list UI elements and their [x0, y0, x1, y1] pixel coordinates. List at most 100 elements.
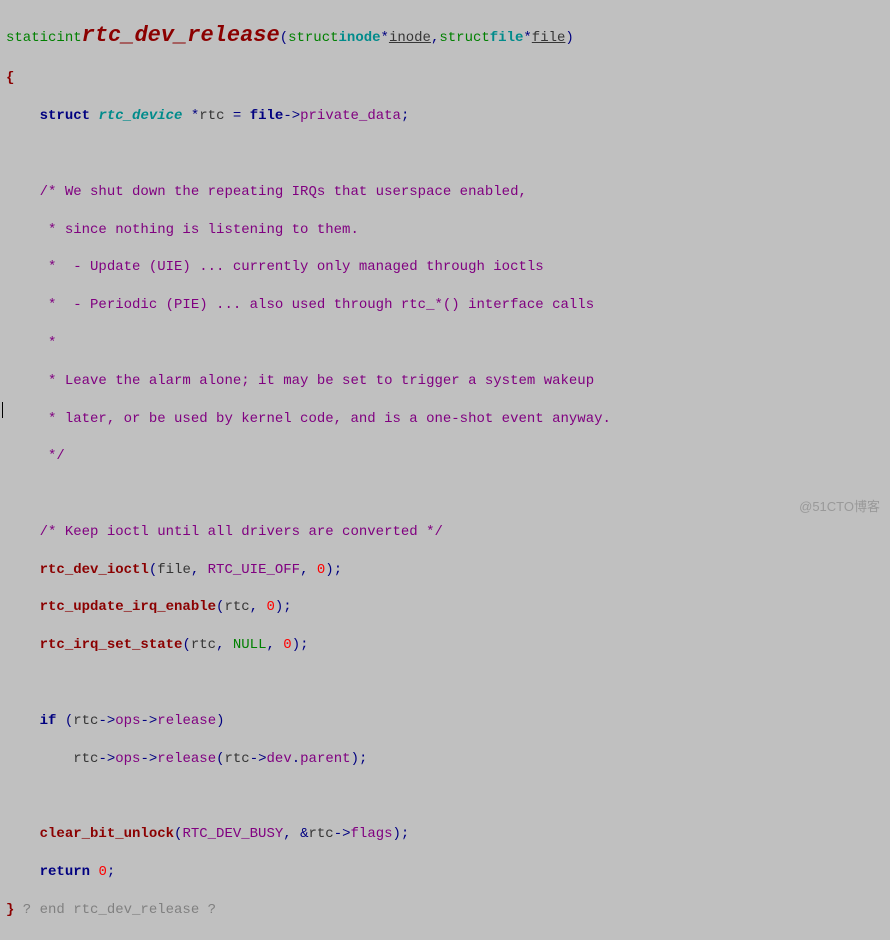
keyword-struct: struct	[439, 29, 489, 48]
line-brace-close: } ? end rtc_dev_release ?	[6, 901, 884, 920]
arg-rtc: rtc	[224, 599, 249, 615]
var-file: file	[250, 108, 284, 124]
member-release: release	[157, 713, 216, 729]
comment-text: */	[40, 448, 65, 464]
comment-text: * Leave the alarm alone; it may be set t…	[40, 373, 595, 389]
keyword-int: int	[56, 29, 81, 48]
type-inode: inode	[339, 29, 381, 48]
member-ops: ops	[115, 713, 140, 729]
arrow: ->	[140, 713, 157, 729]
member-dev: dev	[267, 751, 292, 767]
line-blank	[6, 485, 884, 504]
paren-open: (	[65, 713, 73, 729]
paren-close-semi: );	[393, 826, 410, 842]
comment-text: * since nothing is listening to them.	[40, 222, 359, 238]
paren-close-semi: );	[275, 599, 292, 615]
arg-file: file	[157, 562, 191, 578]
end-annotation: ? end rtc_dev_release ?	[14, 902, 216, 918]
var-rtc: rtc	[199, 108, 224, 124]
arrow: ->	[334, 826, 351, 842]
comma: ,	[250, 599, 258, 615]
keyword-return: return	[40, 864, 90, 880]
line-if-body: rtc->ops->release(rtc->dev.parent);	[6, 750, 884, 769]
comment-text: * - Periodic (PIE) ... also used through…	[40, 297, 595, 313]
comment-text: * - Update (UIE) ... currently only mana…	[40, 259, 544, 275]
paren-close: )	[216, 713, 224, 729]
line-decl: struct rtc_device *rtc = file->private_d…	[6, 107, 884, 126]
op-ampersand: &	[300, 826, 308, 842]
arrow: ->	[250, 751, 267, 767]
line-call: rtc_update_irq_enable(rtc, 0);	[6, 598, 884, 617]
paren-close-semi: );	[292, 637, 309, 653]
line-call: rtc_irq_set_state(rtc, NULL, 0);	[6, 636, 884, 655]
function-name: rtc_dev_release	[82, 21, 280, 51]
arrow: ->	[283, 108, 300, 124]
var-rtc: rtc	[225, 751, 250, 767]
line-comment: * - Periodic (PIE) ... also used through…	[6, 296, 884, 315]
member-parent: parent	[300, 751, 350, 767]
comment-text: *	[40, 335, 57, 351]
code-block: static int rtc_dev_release(struct inode …	[0, 0, 890, 940]
semicolon: ;	[107, 864, 115, 880]
brace-close: }	[6, 902, 14, 918]
paren-open: (	[149, 562, 157, 578]
line-return: return 0;	[6, 863, 884, 882]
comma: ,	[216, 637, 224, 653]
line-comment: */	[6, 447, 884, 466]
line-if: if (rtc->ops->release)	[6, 712, 884, 731]
fn-rtc-irq-set-state: rtc_irq_set_state	[40, 637, 183, 653]
var-rtc: rtc	[308, 826, 333, 842]
fn-rtc-update-irq-enable: rtc_update_irq_enable	[40, 599, 216, 615]
line-signature: static int rtc_dev_release(struct inode …	[6, 21, 884, 51]
star: *	[191, 108, 199, 124]
comment-text: * later, or be used by kernel code, and …	[40, 411, 611, 427]
comma: ,	[431, 29, 439, 48]
line-call: clear_bit_unlock(RTC_DEV_BUSY, &rtc->fla…	[6, 825, 884, 844]
cursor-icon	[2, 402, 3, 418]
paren-close-semi: );	[325, 562, 342, 578]
param-file: file	[532, 29, 566, 48]
member-flags: flags	[351, 826, 393, 842]
arrow: ->	[98, 713, 115, 729]
line-blank	[6, 674, 884, 693]
comma: ,	[191, 562, 199, 578]
line-call: rtc_dev_ioctl(file, RTC_UIE_OFF, 0);	[6, 561, 884, 580]
literal-zero: 0	[266, 599, 274, 615]
member-private-data: private_data	[300, 108, 401, 124]
paren-open: (	[216, 599, 224, 615]
paren-open: (	[182, 637, 190, 653]
line-comment: * - Update (UIE) ... currently only mana…	[6, 258, 884, 277]
keyword-struct: struct	[40, 108, 90, 124]
comment-text: /* We shut down the repeating IRQs that …	[40, 184, 527, 200]
paren-close-semi: );	[351, 751, 368, 767]
type-rtc-device: rtc_device	[98, 108, 182, 124]
literal-zero: 0	[98, 864, 106, 880]
keyword-null: NULL	[233, 637, 267, 653]
fn-clear-bit-unlock: clear_bit_unlock	[40, 826, 174, 842]
var-rtc: rtc	[73, 713, 98, 729]
comma: ,	[266, 637, 274, 653]
literal-zero: 0	[317, 562, 325, 578]
var-rtc: rtc	[73, 751, 98, 767]
line-comment: * Leave the alarm alone; it may be set t…	[6, 372, 884, 391]
macro-rtc-uie-off: RTC_UIE_OFF	[208, 562, 300, 578]
fn-rtc-dev-ioctl: rtc_dev_ioctl	[40, 562, 149, 578]
arg-rtc: rtc	[191, 637, 216, 653]
arrow: ->	[140, 751, 157, 767]
watermark-text: @51CTO博客	[799, 498, 880, 516]
line-comment: /* We shut down the repeating IRQs that …	[6, 183, 884, 202]
star: *	[381, 29, 389, 48]
line-blank	[6, 787, 884, 806]
arrow: ->	[98, 751, 115, 767]
op-eq: =	[233, 108, 241, 124]
line-brace-open: {	[6, 69, 884, 88]
paren-open: (	[280, 29, 288, 48]
member-ops: ops	[115, 751, 140, 767]
param-inode: inode	[389, 29, 431, 48]
line-comment: *	[6, 334, 884, 353]
line-comment: * since nothing is listening to them.	[6, 221, 884, 240]
star: *	[523, 29, 531, 48]
paren-open: (	[216, 751, 224, 767]
macro-rtc-dev-busy: RTC_DEV_BUSY	[182, 826, 283, 842]
keyword-static: static	[6, 29, 56, 48]
